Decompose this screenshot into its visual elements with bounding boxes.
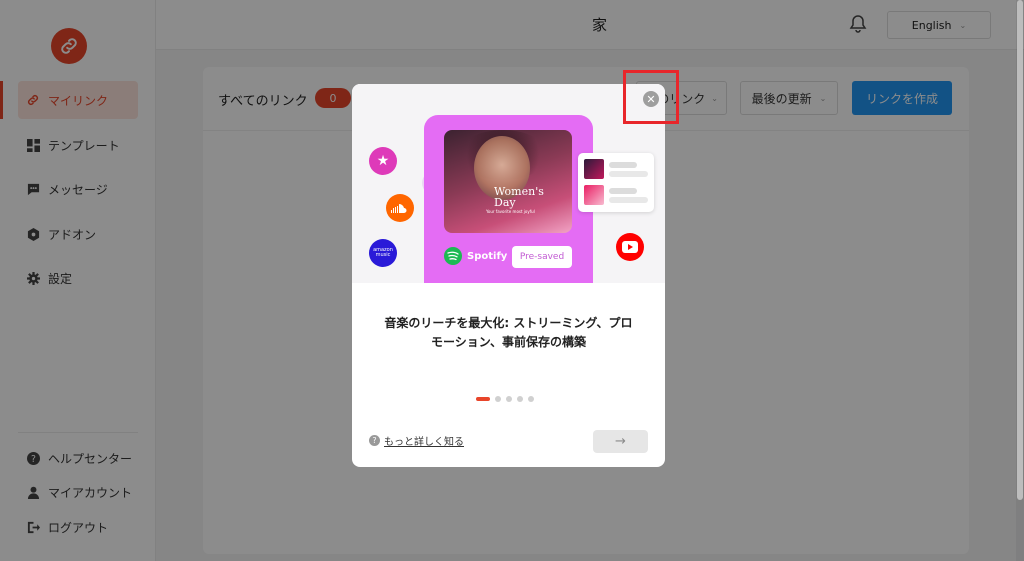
help-icon: ? <box>369 435 380 446</box>
track-list-item <box>584 185 648 207</box>
soundcloud-icon <box>386 194 414 222</box>
modal-hero-illustration: ✕ ★ amazon music Women's Day Your favori… <box>352 84 665 283</box>
placeholder-line <box>609 197 648 203</box>
learn-more-label: もっと詳しく知る <box>384 437 464 448</box>
next-button[interactable]: → <box>593 430 648 453</box>
carousel-dot[interactable] <box>517 396 523 402</box>
star-app-icon: ★ <box>369 147 397 175</box>
spotify-icon <box>444 247 462 265</box>
carousel-dot[interactable] <box>528 396 534 402</box>
close-highlight-box <box>623 70 679 124</box>
placeholder-line <box>609 188 637 194</box>
track-thumbnail <box>584 185 604 205</box>
track-list-item <box>584 159 648 181</box>
album-cover: Women's Day Your favorite most joyful <box>444 130 572 233</box>
scrollbar[interactable] <box>1016 0 1024 561</box>
phone-mockup: Women's Day Your favorite most joyful Sp… <box>424 115 593 283</box>
spotify-badge: Spotify <box>444 247 507 265</box>
arrow-right-icon: → <box>615 434 626 449</box>
youtube-icon <box>616 233 644 261</box>
album-subtitle: Your favorite most joyful <box>486 209 535 214</box>
presaved-badge: Pre-saved <box>512 246 572 268</box>
placeholder-line <box>609 162 637 168</box>
album-title: Women's Day <box>494 185 544 209</box>
spotify-label: Spotify <box>467 250 508 262</box>
track-thumbnail <box>584 159 604 179</box>
amazon-music-icon: amazon music <box>369 239 397 267</box>
carousel-dot[interactable] <box>506 396 512 402</box>
learn-more-link[interactable]: ? もっと詳しく知る <box>369 433 464 448</box>
carousel-pagination <box>476 396 534 402</box>
placeholder-line <box>609 171 648 177</box>
track-list-card <box>578 153 654 212</box>
carousel-dot-active[interactable] <box>476 397 490 401</box>
scrollbar-thumb[interactable] <box>1017 0 1023 500</box>
modal-headline: 音楽のリーチを最大化: ストリーミング、プロモーション、事前保存の構築 <box>384 316 633 349</box>
onboarding-modal: ✕ ★ amazon music Women's Day Your favori… <box>352 84 665 467</box>
carousel-dot[interactable] <box>495 396 501 402</box>
